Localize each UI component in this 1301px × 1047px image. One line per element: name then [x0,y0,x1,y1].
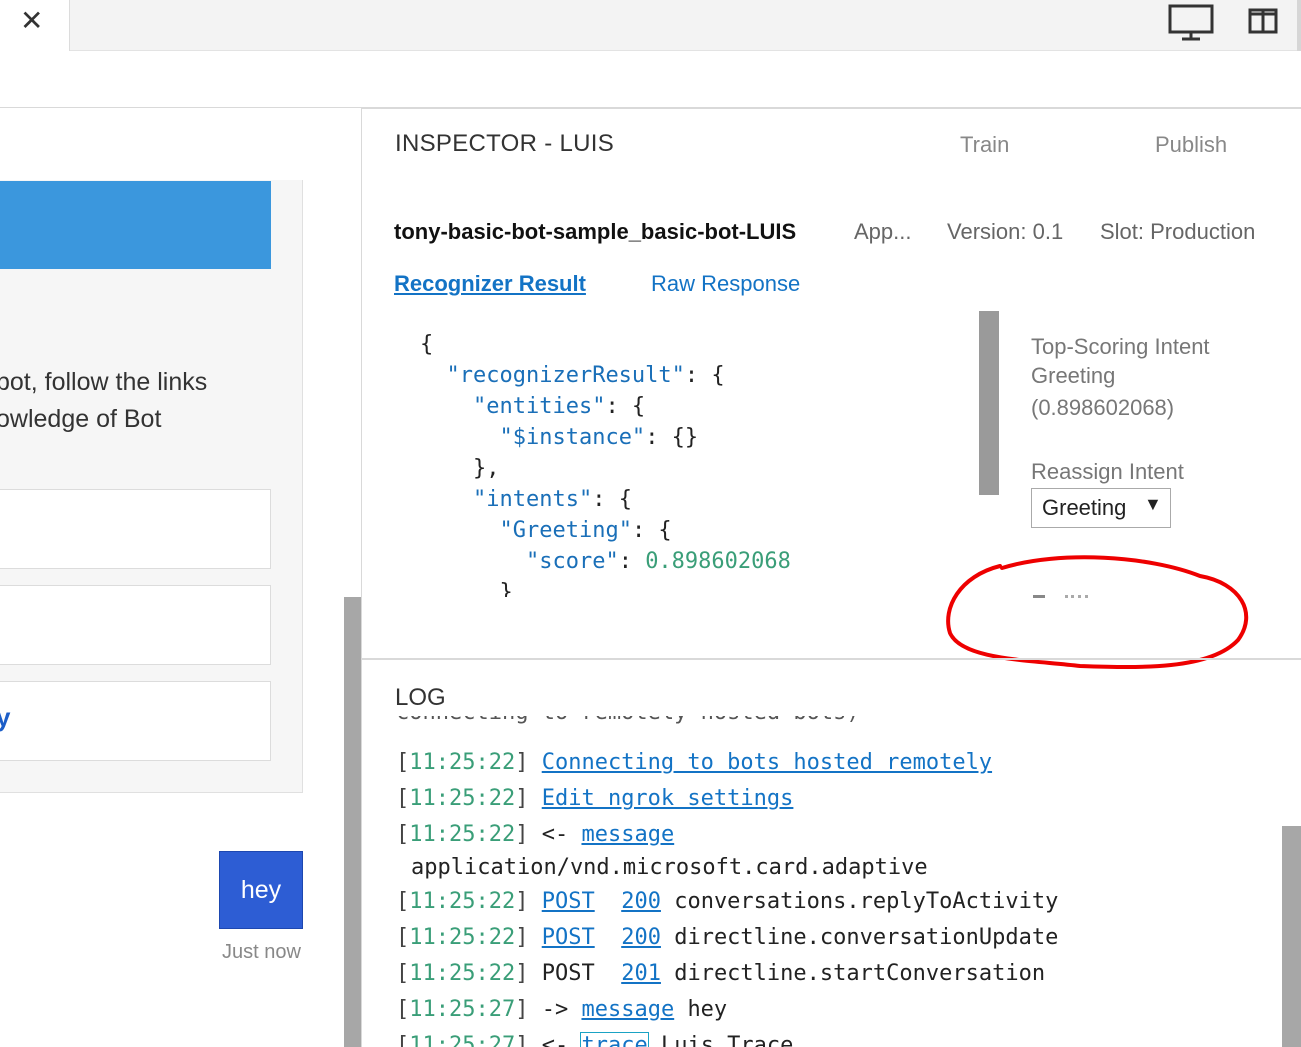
log-scrollbar[interactable] [1282,826,1301,1047]
log-entry: [11:25:27] -> message hey [396,997,728,1022]
log-line-clipped: connecting to remotely hosted bots) [396,716,860,725]
log-entry: [11:25:22] Edit ngrok settings [396,786,794,811]
train-button[interactable]: Train [960,132,1009,158]
card-action-button-1[interactable] [0,489,271,569]
card-action-button-2[interactable] [0,585,271,665]
log-panel: connecting to remotely hosted bots) [11:… [396,716,1276,1047]
card-action-button-3[interactable] [0,681,271,761]
top-intent-score: (0.898602068) [1031,395,1175,420]
active-tab[interactable]: ✕ [0,0,70,51]
json-line: }, [472,456,500,481]
log-link[interactable]: message [581,822,674,847]
log-link[interactable]: POST [542,925,595,950]
log-entry: [11:25:22] POST 200 conversations.replyT… [396,889,1059,914]
log-link[interactable]: Connecting to bots hosted remotely [542,750,992,775]
json-line: } [499,580,513,597]
inspector-title: INSPECTOR - LUIS [395,130,615,157]
log-entry: [11:25:22] POST 200 directline.conversat… [396,925,1059,950]
red-highlight-circle [946,555,1249,669]
luis-app-name: tony-basic-bot-sample_basic-bot-LUIS [394,219,797,244]
log-link[interactable]: 201 [621,961,661,986]
log-link[interactable]: 200 [621,889,661,914]
luis-version: Version: 0.1 [947,219,1064,244]
card-banner-image [0,181,271,269]
top-intent-name: Greeting [1031,363,1116,388]
chat-scrollbar[interactable] [344,597,361,1047]
monitor-icon[interactable] [1168,4,1216,42]
tab-recognizer-result[interactable]: Recognizer Result [394,271,586,297]
reassign-selected-value: Greeting [1042,495,1127,520]
top-intent-label: Top-Scoring Intent [1031,334,1210,359]
luis-slot: Slot: Production [1100,219,1256,244]
json-viewer: { "recognizerResult": { "entities": { "$… [420,329,980,597]
tab-raw-response[interactable]: Raw Response [651,271,800,297]
chevron-down-icon: ▼ [1144,494,1162,514]
json-line: "recognizerResult": { [446,363,725,388]
json-scrollbar[interactable] [979,311,999,495]
luis-app-id: App... [854,219,912,244]
json-line: "intents": { [472,487,632,512]
log-entry: [11:25:27] <- trace Luis Trace [396,1032,793,1047]
close-icon[interactable]: ✕ [20,4,43,38]
log-entry: [11:25:22] POST 201 directline.startConv… [396,961,1046,986]
reassign-intent-label: Reassign Intent [1031,459,1184,484]
log-link[interactable]: 200 [621,925,661,950]
log-title: LOG [395,684,446,711]
card-text-line: owledge of Bot [0,405,162,433]
log-link[interactable]: message [581,997,674,1022]
card-body-text: bot, follow the links owledge of Bot [0,364,296,438]
reassign-intent-select[interactable]: Greeting ▼ [1031,488,1171,528]
log-entry: [11:25:22] <- message [396,822,675,847]
json-line: "Greeting": { [499,518,672,543]
json-line: "entities": { [472,394,646,419]
publish-button[interactable]: Publish [1155,132,1227,158]
panel-divider [362,658,1301,660]
tab-bar [0,0,1301,51]
split-view-icon[interactable] [1248,8,1278,34]
user-message-bubble[interactable]: hey [219,851,303,929]
log-continuation: application/vnd.microsoft.card.adaptive [411,855,928,880]
card-text-line: bot, follow the links [0,368,208,396]
log-link[interactable]: Edit ngrok settings [542,786,794,811]
message-timestamp: Just now [222,941,301,963]
card-action-label[interactable]: y [0,702,10,733]
log-link[interactable]: POST [542,889,595,914]
toolbar [0,51,1301,109]
json-line: "$instance": {} [499,425,699,450]
json-line: { [420,332,434,357]
log-entry: [11:25:22] Connecting to bots hosted rem… [396,750,993,775]
log-link[interactable]: trace [580,1032,649,1047]
json-line: "score": 0.898602068 [525,549,791,574]
